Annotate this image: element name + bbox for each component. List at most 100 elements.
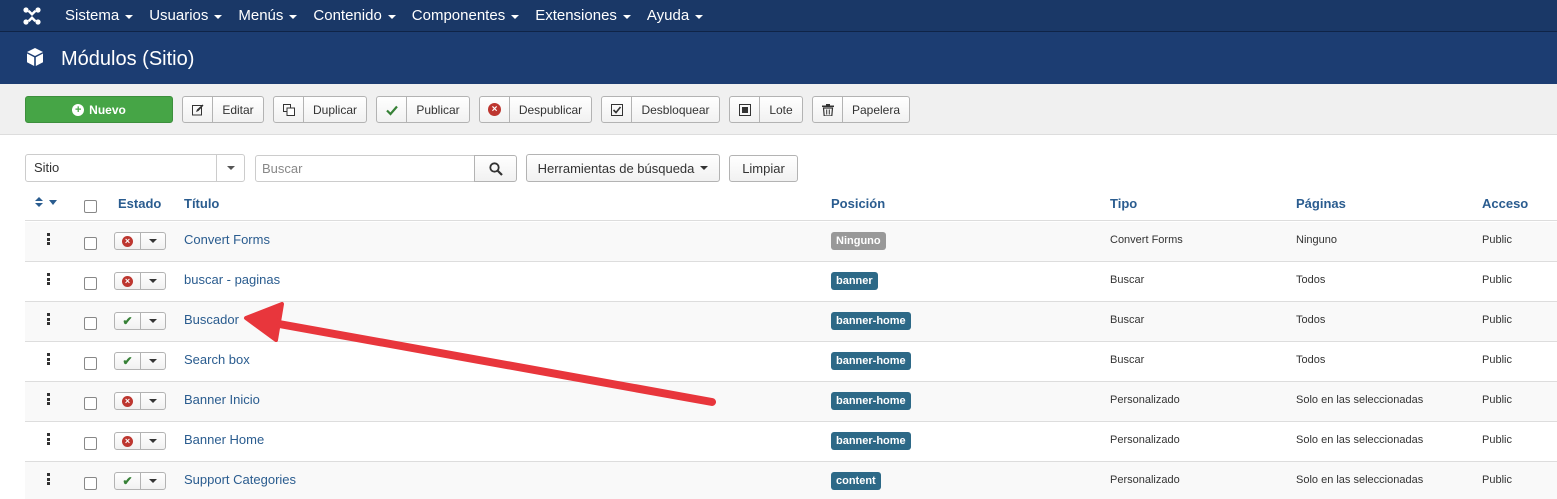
status-dropdown-toggle[interactable]: [141, 353, 165, 369]
module-title-link[interactable]: Buscador: [184, 312, 239, 327]
header-tipo[interactable]: Tipo: [1110, 196, 1137, 211]
publish-button[interactable]: Publicar: [376, 96, 470, 123]
table-row: × Banner Inicio banner-home Personalizado So…: [25, 382, 1557, 422]
module-title-link[interactable]: buscar - paginas: [184, 272, 280, 287]
check-icon: [377, 97, 407, 122]
module-title-link[interactable]: Banner Home: [184, 432, 264, 447]
module-access: Public: [1482, 474, 1512, 486]
published-check-icon[interactable]: ✔: [115, 313, 141, 329]
module-pages: Todos: [1296, 354, 1326, 366]
select-all-checkbox[interactable]: [84, 200, 97, 213]
main-menu: Sistema Usuarios Menús Contenido Compone…: [57, 0, 711, 32]
published-check-icon[interactable]: ✔: [115, 353, 141, 369]
drag-handle-icon[interactable]: [47, 273, 50, 285]
unpublished-x-icon[interactable]: ×: [115, 433, 141, 449]
row-checkbox[interactable]: [84, 397, 97, 410]
module-pages: Todos: [1296, 274, 1326, 286]
status-toggle[interactable]: ×: [114, 272, 166, 290]
status-dropdown-toggle[interactable]: [141, 393, 165, 409]
plus-icon: +: [72, 103, 85, 116]
cube-icon: [27, 48, 43, 66]
menu-extensiones[interactable]: Extensiones: [527, 0, 639, 32]
unpublished-x-icon[interactable]: ×: [115, 393, 141, 409]
module-type: Buscar: [1110, 314, 1145, 326]
search-button[interactable]: [474, 155, 517, 182]
joomla-logo-icon[interactable]: [22, 6, 42, 26]
header-estado[interactable]: Estado: [118, 196, 161, 211]
position-badge: banner: [831, 272, 878, 290]
menu-usuarios[interactable]: Usuarios: [141, 0, 230, 32]
row-checkbox[interactable]: [84, 237, 97, 250]
status-toggle[interactable]: ✔: [114, 312, 166, 330]
status-dropdown-toggle[interactable]: [141, 233, 165, 249]
position-badge: content: [831, 472, 881, 490]
table-header: Estado Título Posición Tipo Páginas Acce…: [25, 186, 1557, 221]
unpublished-x-icon[interactable]: ×: [115, 273, 141, 289]
new-button[interactable]: + Nuevo: [25, 96, 173, 123]
row-checkbox[interactable]: [84, 357, 97, 370]
status-dropdown-toggle[interactable]: [141, 313, 165, 329]
menu-menus[interactable]: Menús: [230, 0, 305, 32]
status-toggle[interactable]: ×: [114, 392, 166, 410]
module-title-link[interactable]: Search box: [184, 352, 250, 367]
module-type: Personalizado: [1110, 394, 1180, 406]
status-toggle[interactable]: ×: [114, 432, 166, 450]
batch-button[interactable]: Lote: [729, 96, 803, 123]
position-badge: banner-home: [831, 352, 911, 370]
edit-button[interactable]: Editar: [182, 96, 264, 123]
module-type: Personalizado: [1110, 474, 1180, 486]
drag-handle-icon[interactable]: [47, 433, 50, 445]
menu-ayuda[interactable]: Ayuda: [639, 0, 711, 32]
status-toggle[interactable]: ✔: [114, 352, 166, 370]
header-acceso[interactable]: Acceso: [1482, 196, 1528, 211]
menu-sistema[interactable]: Sistema: [57, 0, 141, 32]
clear-button[interactable]: Limpiar: [729, 155, 798, 182]
status-dropdown-toggle[interactable]: [141, 433, 165, 449]
published-check-icon[interactable]: ✔: [115, 473, 141, 489]
module-pages: Solo en las seleccionadas: [1296, 474, 1424, 486]
unpublished-x-icon[interactable]: ×: [115, 233, 141, 249]
status-toggle[interactable]: ✔: [114, 472, 166, 490]
client-select[interactable]: Sitio: [25, 154, 245, 182]
header-posicion[interactable]: Posición: [831, 196, 885, 211]
unpublish-icon: ×: [480, 97, 510, 122]
menu-contenido[interactable]: Contenido: [305, 0, 403, 32]
menu-componentes[interactable]: Componentes: [404, 0, 527, 32]
module-pages: Ninguno: [1296, 234, 1337, 246]
trash-icon: [813, 97, 843, 122]
status-dropdown-toggle[interactable]: [141, 273, 165, 289]
row-checkbox[interactable]: [84, 477, 97, 490]
row-checkbox[interactable]: [84, 437, 97, 450]
status-dropdown-toggle[interactable]: [141, 473, 165, 489]
unpublish-button[interactable]: × Despublicar: [479, 96, 592, 123]
drag-handle-icon[interactable]: [47, 353, 50, 365]
module-title-link[interactable]: Convert Forms: [184, 232, 270, 247]
header-titulo[interactable]: Título: [184, 196, 219, 211]
module-title-link[interactable]: Banner Inicio: [184, 392, 260, 407]
edit-icon: [183, 97, 213, 122]
module-access: Public: [1482, 434, 1512, 446]
drag-handle-icon[interactable]: [47, 313, 50, 325]
drag-handle-icon[interactable]: [47, 233, 50, 245]
search-icon: [488, 161, 503, 176]
module-pages: Solo en las seleccionadas: [1296, 434, 1424, 446]
sort-order-icon[interactable]: [35, 197, 57, 207]
row-checkbox[interactable]: [84, 277, 97, 290]
position-badge: banner-home: [831, 392, 911, 410]
duplicate-button[interactable]: Duplicar: [273, 96, 367, 123]
drag-handle-icon[interactable]: [47, 393, 50, 405]
page-header: Módulos (Sitio): [0, 32, 1557, 84]
drag-handle-icon[interactable]: [47, 473, 50, 485]
module-pages: Solo en las seleccionadas: [1296, 394, 1424, 406]
copy-icon: [274, 97, 304, 122]
module-title-link[interactable]: Support Categories: [184, 472, 296, 487]
header-paginas[interactable]: Páginas: [1296, 196, 1346, 211]
search-input[interactable]: [255, 155, 475, 182]
module-access: Public: [1482, 234, 1512, 246]
status-toggle[interactable]: ×: [114, 232, 166, 250]
table-row: ✔ Buscador banner-home Buscar Todos Public: [25, 302, 1557, 342]
checkin-button[interactable]: Desbloquear: [601, 96, 720, 123]
trash-button[interactable]: Papelera: [812, 96, 910, 123]
search-tools-button[interactable]: Herramientas de búsqueda: [526, 154, 720, 182]
row-checkbox[interactable]: [84, 317, 97, 330]
